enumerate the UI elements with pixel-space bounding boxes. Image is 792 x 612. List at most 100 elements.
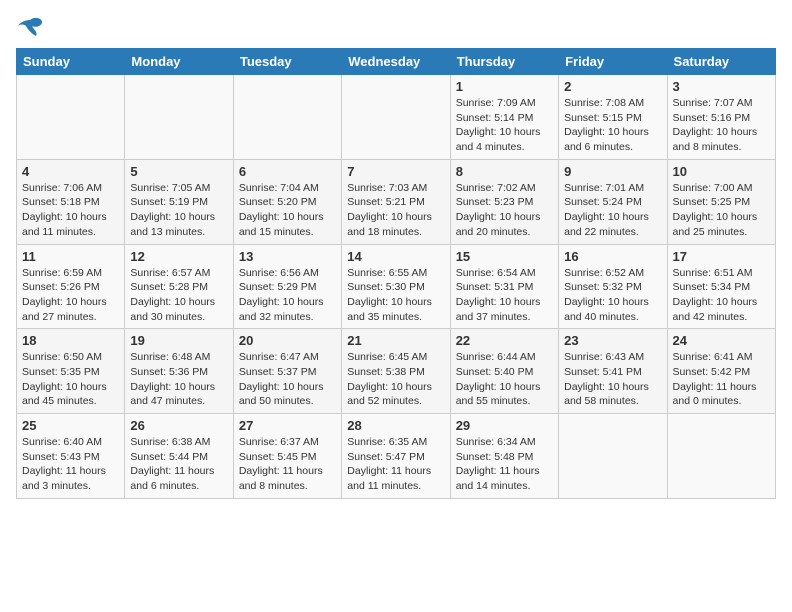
calendar-cell: 25 Sunrise: 6:40 AMSunset: 5:43 PMDayligh… bbox=[17, 414, 125, 499]
calendar-cell: 15Sunrise: 6:54 AMSunset: 5:31 PMDayligh… bbox=[450, 244, 558, 329]
calendar-cell: 23 Sunrise: 6:43 AMSunset: 5:41 PMDayligh… bbox=[559, 329, 667, 414]
day-info: Sunrise: 6:57 AMSunset: 5:28 PMDaylight:… bbox=[130, 266, 227, 325]
calendar-cell: 7 Sunrise: 7:03 AMSunset: 5:21 PMDaylight… bbox=[342, 159, 450, 244]
day-number: 10 bbox=[673, 164, 770, 179]
day-info: Sunrise: 6:55 AMSunset: 5:30 PMDaylight:… bbox=[347, 266, 444, 325]
day-number: 26 bbox=[130, 418, 227, 433]
day-info: Sunrise: 6:56 AMSunset: 5:29 PMDaylight:… bbox=[239, 266, 336, 325]
day-info: Sunrise: 6:52 AMSunset: 5:32 PMDaylight:… bbox=[564, 266, 661, 325]
calendar-cell: 26 Sunrise: 6:38 AMSunset: 5:44 PMDayligh… bbox=[125, 414, 233, 499]
day-number: 13 bbox=[239, 249, 336, 264]
day-number: 27 bbox=[239, 418, 336, 433]
day-info: Sunrise: 6:35 AMSunset: 5:47 PMDaylight:… bbox=[347, 435, 444, 494]
calendar-header-saturday: Saturday bbox=[667, 49, 775, 75]
week-row-1: 1 Sunrise: 7:09 AMSunset: 5:14 PMDaylight… bbox=[17, 75, 776, 160]
calendar-cell: 3 Sunrise: 7:07 AMSunset: 5:16 PMDaylight… bbox=[667, 75, 775, 160]
day-number: 7 bbox=[347, 164, 444, 179]
day-info: Sunrise: 7:06 AMSunset: 5:18 PMDaylight:… bbox=[22, 181, 119, 240]
calendar-cell: 18Sunrise: 6:50 AMSunset: 5:35 PMDayligh… bbox=[17, 329, 125, 414]
day-info: Sunrise: 6:59 AMSunset: 5:26 PMDaylight:… bbox=[22, 266, 119, 325]
day-number: 19 bbox=[130, 333, 227, 348]
day-info: Sunrise: 6:34 AMSunset: 5:48 PMDaylight:… bbox=[456, 435, 553, 494]
day-number: 8 bbox=[456, 164, 553, 179]
calendar-cell: 21Sunrise: 6:45 AMSunset: 5:38 PMDayligh… bbox=[342, 329, 450, 414]
logo-icon bbox=[16, 16, 44, 38]
calendar-cell bbox=[233, 75, 341, 160]
week-row-5: 25 Sunrise: 6:40 AMSunset: 5:43 PMDayligh… bbox=[17, 414, 776, 499]
page-header bbox=[16, 16, 776, 38]
day-number: 25 bbox=[22, 418, 119, 433]
calendar-cell: 27 Sunrise: 6:37 AMSunset: 5:45 PMDayligh… bbox=[233, 414, 341, 499]
calendar-cell: 24 Sunrise: 6:41 AMSunset: 5:42 PMDayligh… bbox=[667, 329, 775, 414]
calendar-cell bbox=[125, 75, 233, 160]
calendar-cell: 22 Sunrise: 6:44 AMSunset: 5:40 PMDayligh… bbox=[450, 329, 558, 414]
calendar-cell: 28 Sunrise: 6:35 AMSunset: 5:47 PMDayligh… bbox=[342, 414, 450, 499]
day-number: 23 bbox=[564, 333, 661, 348]
day-number: 16 bbox=[564, 249, 661, 264]
day-info: Sunrise: 6:40 AMSunset: 5:43 PMDaylight:… bbox=[22, 435, 119, 494]
calendar-cell: 5Sunrise: 7:05 AMSunset: 5:19 PMDaylight… bbox=[125, 159, 233, 244]
day-number: 2 bbox=[564, 79, 661, 94]
day-number: 9 bbox=[564, 164, 661, 179]
day-info: Sunrise: 6:37 AMSunset: 5:45 PMDaylight:… bbox=[239, 435, 336, 494]
calendar-cell: 29 Sunrise: 6:34 AMSunset: 5:48 PMDayligh… bbox=[450, 414, 558, 499]
calendar-cell: 17 Sunrise: 6:51 AMSunset: 5:34 PMDayligh… bbox=[667, 244, 775, 329]
calendar-cell: 2 Sunrise: 7:08 AMSunset: 5:15 PMDaylight… bbox=[559, 75, 667, 160]
day-number: 12 bbox=[130, 249, 227, 264]
calendar-cell: 9 Sunrise: 7:01 AMSunset: 5:24 PMDaylight… bbox=[559, 159, 667, 244]
day-number: 3 bbox=[673, 79, 770, 94]
day-number: 22 bbox=[456, 333, 553, 348]
day-info: Sunrise: 7:02 AMSunset: 5:23 PMDaylight:… bbox=[456, 181, 553, 240]
calendar-cell: 6 Sunrise: 7:04 AMSunset: 5:20 PMDaylight… bbox=[233, 159, 341, 244]
day-number: 4 bbox=[22, 164, 119, 179]
day-number: 18 bbox=[22, 333, 119, 348]
day-info: Sunrise: 7:01 AMSunset: 5:24 PMDaylight:… bbox=[564, 181, 661, 240]
calendar-cell: 20 Sunrise: 6:47 AMSunset: 5:37 PMDayligh… bbox=[233, 329, 341, 414]
day-number: 28 bbox=[347, 418, 444, 433]
calendar-cell bbox=[17, 75, 125, 160]
week-row-2: 4 Sunrise: 7:06 AMSunset: 5:18 PMDaylight… bbox=[17, 159, 776, 244]
calendar-cell: 19 Sunrise: 6:48 AMSunset: 5:36 PMDayligh… bbox=[125, 329, 233, 414]
day-number: 14 bbox=[347, 249, 444, 264]
calendar-cell: 1 Sunrise: 7:09 AMSunset: 5:14 PMDaylight… bbox=[450, 75, 558, 160]
calendar-cell: 16 Sunrise: 6:52 AMSunset: 5:32 PMDayligh… bbox=[559, 244, 667, 329]
day-info: Sunrise: 7:09 AMSunset: 5:14 PMDaylight:… bbox=[456, 96, 553, 155]
day-number: 21 bbox=[347, 333, 444, 348]
day-info: Sunrise: 6:51 AMSunset: 5:34 PMDaylight:… bbox=[673, 266, 770, 325]
calendar-cell: 11 Sunrise: 6:59 AMSunset: 5:26 PMDayligh… bbox=[17, 244, 125, 329]
calendar-header-wednesday: Wednesday bbox=[342, 49, 450, 75]
day-number: 11 bbox=[22, 249, 119, 264]
day-number: 1 bbox=[456, 79, 553, 94]
calendar-header-friday: Friday bbox=[559, 49, 667, 75]
day-info: Sunrise: 6:48 AMSunset: 5:36 PMDaylight:… bbox=[130, 350, 227, 409]
calendar-cell: 10 Sunrise: 7:00 AMSunset: 5:25 PMDayligh… bbox=[667, 159, 775, 244]
day-info: Sunrise: 6:38 AMSunset: 5:44 PMDaylight:… bbox=[130, 435, 227, 494]
day-info: Sunrise: 6:41 AMSunset: 5:42 PMDaylight:… bbox=[673, 350, 770, 409]
day-number: 6 bbox=[239, 164, 336, 179]
day-info: Sunrise: 7:07 AMSunset: 5:16 PMDaylight:… bbox=[673, 96, 770, 155]
week-row-4: 18Sunrise: 6:50 AMSunset: 5:35 PMDayligh… bbox=[17, 329, 776, 414]
calendar-cell: 12 Sunrise: 6:57 AMSunset: 5:28 PMDayligh… bbox=[125, 244, 233, 329]
day-info: Sunrise: 7:04 AMSunset: 5:20 PMDaylight:… bbox=[239, 181, 336, 240]
day-info: Sunrise: 7:03 AMSunset: 5:21 PMDaylight:… bbox=[347, 181, 444, 240]
calendar-cell: 4 Sunrise: 7:06 AMSunset: 5:18 PMDaylight… bbox=[17, 159, 125, 244]
calendar-cell: 8 Sunrise: 7:02 AMSunset: 5:23 PMDaylight… bbox=[450, 159, 558, 244]
day-number: 29 bbox=[456, 418, 553, 433]
calendar-header-tuesday: Tuesday bbox=[233, 49, 341, 75]
calendar-cell: 14 Sunrise: 6:55 AMSunset: 5:30 PMDayligh… bbox=[342, 244, 450, 329]
day-info: Sunrise: 6:54 AMSunset: 5:31 PMDaylight:… bbox=[456, 266, 553, 325]
calendar-cell bbox=[667, 414, 775, 499]
calendar-header-thursday: Thursday bbox=[450, 49, 558, 75]
day-info: Sunrise: 7:05 AMSunset: 5:19 PMDaylight:… bbox=[130, 181, 227, 240]
calendar-cell bbox=[342, 75, 450, 160]
day-number: 20 bbox=[239, 333, 336, 348]
day-number: 24 bbox=[673, 333, 770, 348]
day-info: Sunrise: 6:47 AMSunset: 5:37 PMDaylight:… bbox=[239, 350, 336, 409]
day-info: Sunrise: 6:44 AMSunset: 5:40 PMDaylight:… bbox=[456, 350, 553, 409]
calendar-cell bbox=[559, 414, 667, 499]
week-row-3: 11 Sunrise: 6:59 AMSunset: 5:26 PMDayligh… bbox=[17, 244, 776, 329]
day-number: 17 bbox=[673, 249, 770, 264]
day-info: Sunrise: 7:08 AMSunset: 5:15 PMDaylight:… bbox=[564, 96, 661, 155]
day-info: Sunrise: 6:43 AMSunset: 5:41 PMDaylight:… bbox=[564, 350, 661, 409]
day-info: Sunrise: 7:00 AMSunset: 5:25 PMDaylight:… bbox=[673, 181, 770, 240]
